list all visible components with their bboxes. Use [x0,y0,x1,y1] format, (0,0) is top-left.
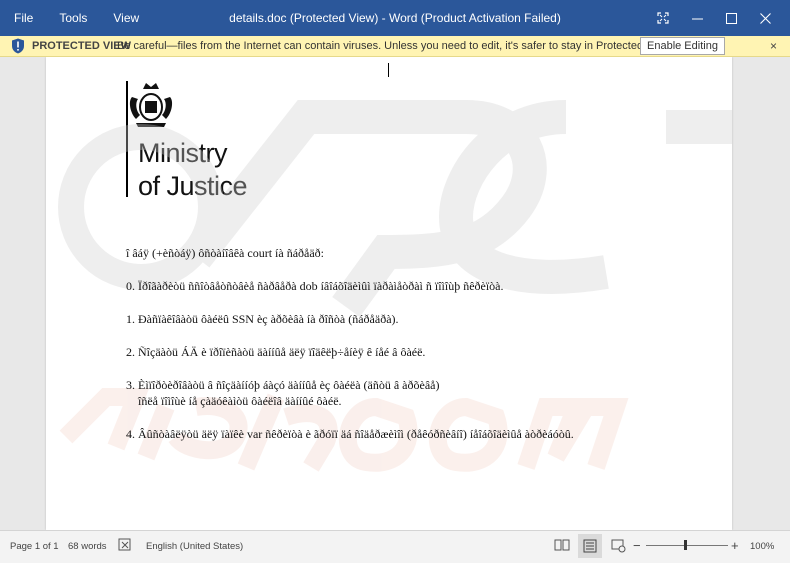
zoom-out-button[interactable]: − [633,538,641,553]
text-cursor [388,63,389,77]
doc-line: 0. Ïðîãàðèòü ññîòâåòñòâèå ñàðâåðà dob íâ… [126,279,504,293]
menu-tools[interactable]: Tools [59,11,87,25]
protected-view-bar: PROTECTED VIEW Be careful—files from the… [0,36,790,57]
zoom-in-button[interactable]: + [731,538,739,553]
ministry-of-justice-logo: Ministry of Justice [138,137,248,203]
page-count[interactable]: Page 1 of 1 [10,541,59,552]
doc-line: 1. Ðàñïàêîâàòü ôàéëû SSN èç àðõèâà íà ðî… [126,312,399,326]
protected-view-message: Be careful—files from the Internet can c… [117,40,673,52]
royal-crest-icon [129,83,173,127]
minimize-icon [691,18,703,19]
doc-line: 2. Ñîçäàòü ÁÄ è ïðîïèñàòü äàííûå äëÿ ïîä… [126,345,426,359]
doc-line: 4. Âûñòàâëÿòü äëÿ ïàïêè var ñêðèïòà è ãð… [126,427,574,441]
language-status[interactable]: English (United States) [146,541,243,552]
document-area[interactable]: Ministry of Justice î âáÿ (+èñòáÿ) ôñòàí… [0,57,790,530]
zoom-slider[interactable] [646,545,728,546]
fullscreen-button[interactable] [646,8,680,28]
logo-text-line2: of Justice [138,171,248,201]
menu-bar: File Tools View [14,11,165,25]
doc-line: 3. Èìïîðòèðîâàòü â ñîçäàííóþ áàçó äàííûå… [126,378,440,392]
read-mode-icon[interactable] [554,538,570,552]
status-bar: Page 1 of 1 68 words English (United Sta… [0,530,790,563]
logo-text-line1: Ministry [138,138,228,168]
logo-divider [126,81,128,197]
print-layout-button[interactable] [578,534,602,558]
print-layout-icon [583,539,597,553]
window-controls [646,8,782,28]
close-protected-bar-icon[interactable]: × [770,39,777,53]
word-count[interactable]: 68 words [68,541,107,552]
document-page[interactable]: Ministry of Justice î âáÿ (+èñòáÿ) ôñòàí… [46,57,732,530]
maximize-button[interactable] [714,8,748,28]
menu-view[interactable]: View [113,11,139,25]
window-title: details.doc (Protected View) - Word (Pro… [229,11,561,25]
proofing-icon[interactable] [118,538,132,552]
fullscreen-icon [657,12,669,24]
enable-editing-button[interactable]: Enable Editing [640,37,725,55]
web-layout-icon[interactable] [611,538,626,553]
minimize-button[interactable] [680,8,714,28]
zoom-level[interactable]: 100% [750,541,774,552]
close-button[interactable] [748,8,782,28]
shield-icon [12,38,24,54]
close-icon [759,12,771,24]
doc-line: îñëå ïîìîùè íå çàäóêàìòü ôàéëîâ äàííûé ô… [138,394,342,408]
title-bar: File Tools View details.doc (Protected V… [0,0,790,36]
maximize-icon [725,12,737,24]
doc-line: î âáÿ (+èñòáÿ) ôñòàíîâêà court íà ñáðåäð… [126,246,324,260]
menu-file[interactable]: File [14,11,33,25]
zoom-slider-handle[interactable] [684,540,687,550]
